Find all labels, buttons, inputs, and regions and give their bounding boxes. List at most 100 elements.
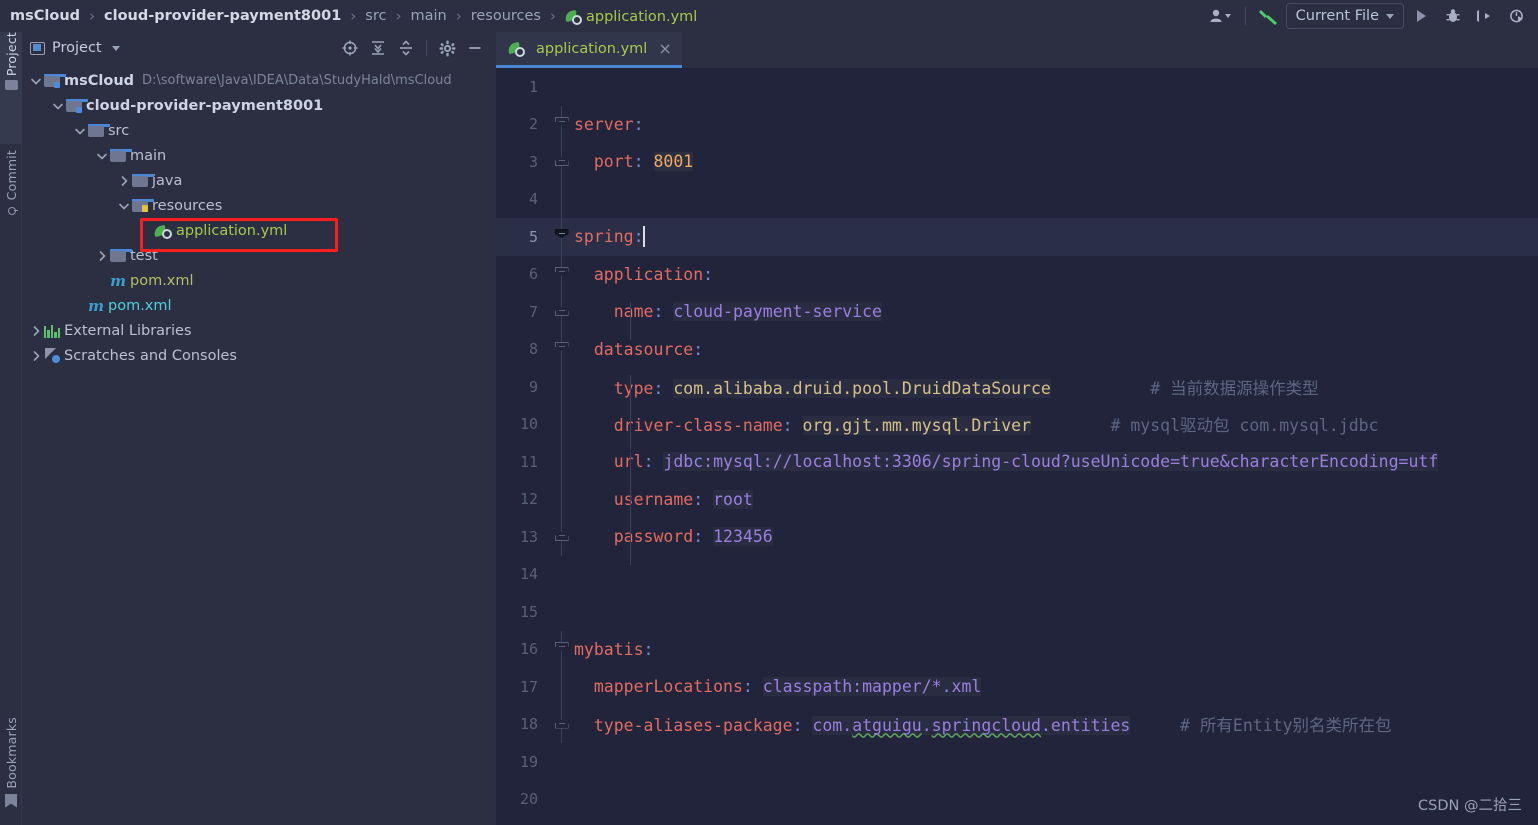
code-editor[interactable]: 1 2 server: 3 port: 8001 4 5 spring: 6 applicat… <box>496 68 1538 825</box>
fold-collapse-icon[interactable] <box>554 229 569 238</box>
tree-node[interactable]: src <box>22 118 496 143</box>
line-number: 15 <box>519 602 538 621</box>
code-line[interactable]: 9 type: com.alibaba.druid.pool.DruidData… <box>496 368 1538 413</box>
code-line[interactable]: 2 server: <box>496 105 1538 143</box>
tree-node[interactable]: External Libraries <box>22 318 496 343</box>
breadcrumb-item[interactable]: application.yml <box>563 8 699 25</box>
chevron-down-icon[interactable] <box>116 198 132 214</box>
tree-node[interactable]: test <box>22 243 496 268</box>
code-line[interactable]: 19 <box>496 743 1538 781</box>
tree-node[interactable]: resources <box>22 193 496 218</box>
run-coverage-icon[interactable] <box>1470 3 1500 29</box>
fold-collapse-icon[interactable] <box>554 341 569 351</box>
fold-collapse-icon[interactable] <box>554 641 569 651</box>
editor-gutter[interactable] <box>548 368 574 406</box>
code-line[interactable]: 20 <box>496 781 1538 819</box>
run-play-icon[interactable] <box>1406 3 1436 29</box>
editor-gutter[interactable] <box>548 255 574 293</box>
editor-gutter[interactable] <box>548 105 574 143</box>
fold-collapse-icon[interactable] <box>554 266 569 276</box>
editor-gutter[interactable] <box>548 556 574 594</box>
editor-gutter[interactable] <box>548 68 574 106</box>
breadcrumb-item[interactable]: main <box>408 8 448 24</box>
select-opened-file-icon[interactable] <box>337 36 363 60</box>
code-line[interactable]: 11 url: jdbc:mysql://localhost:3306/spri… <box>496 443 1538 490</box>
tree-node[interactable]: application.yml <box>22 218 496 243</box>
chevron-right-icon[interactable] <box>28 323 44 339</box>
breadcrumb-separator: › <box>455 7 462 25</box>
code-line[interactable]: 1 <box>496 68 1538 106</box>
editor-gutter[interactable] <box>548 480 574 518</box>
chevron-right-icon[interactable] <box>116 173 132 189</box>
tree-node[interactable]: m pom.xml <box>22 268 496 293</box>
run-configuration-selector[interactable]: Current File <box>1285 3 1404 29</box>
breadcrumb-item[interactable]: src <box>363 8 388 24</box>
code-line[interactable]: 16 mybatis: <box>496 630 1538 668</box>
debug-bug-icon[interactable] <box>1438 3 1468 29</box>
code-line[interactable]: 13 password: 123456 <box>496 518 1538 565</box>
tree-node-label: External Libraries <box>64 322 192 339</box>
sidebar-item-bookmarks[interactable]: Bookmarks <box>0 717 22 825</box>
fold-end-icon[interactable] <box>554 307 569 316</box>
editor-gutter[interactable] <box>548 180 574 218</box>
code-line[interactable]: 12 username: root <box>496 480 1538 528</box>
code-token: # 所有Entity别名类所在包 <box>1180 716 1392 736</box>
breadcrumb-item[interactable]: msCloud <box>8 8 82 24</box>
fold-end-icon[interactable] <box>554 532 569 541</box>
chevron-down-icon[interactable] <box>72 123 88 139</box>
close-icon[interactable]: × <box>658 39 671 58</box>
chevron-down-icon[interactable] <box>94 148 110 164</box>
chevron-down-icon[interactable] <box>28 73 44 89</box>
expand-all-icon[interactable] <box>365 36 391 60</box>
code-line[interactable]: 5 spring: <box>496 218 1538 256</box>
breadcrumb-item[interactable]: resources <box>469 8 543 24</box>
editor-gutter[interactable] <box>548 705 574 743</box>
editor-gutter[interactable] <box>548 443 574 481</box>
editor-gutter[interactable] <box>548 743 574 781</box>
sidebar-item-project[interactable]: Project <box>0 32 22 144</box>
tab-application-yml[interactable]: application.yml × <box>496 32 682 68</box>
code-line[interactable]: 3 port: 8001 <box>496 143 1538 181</box>
editor-gutter[interactable] <box>548 293 574 331</box>
editor-gutter[interactable] <box>548 218 574 256</box>
fold-end-icon[interactable] <box>554 157 569 166</box>
tree-node[interactable]: msCloud D:\software\Java\IDEA\Data\StudyH… <box>22 68 496 93</box>
collapse-all-icon[interactable] <box>393 36 419 60</box>
fold-end-icon[interactable] <box>554 719 569 729</box>
tree-node[interactable]: m pom.xml <box>22 293 496 318</box>
fold-collapse-icon[interactable] <box>554 116 569 126</box>
hide-panel-icon[interactable] <box>462 36 488 60</box>
code-line[interactable]: 17 mapperLocations: classpath:mapper/*.x… <box>496 668 1538 706</box>
editor-gutter[interactable] <box>548 330 574 368</box>
breadcrumb-item[interactable]: cloud-provider-payment8001 <box>102 8 343 24</box>
chevron-down-icon[interactable] <box>50 98 66 114</box>
code-line[interactable]: 7 name: cloud-payment-service <box>496 293 1538 340</box>
sidebar-item-commit[interactable]: Commit <box>0 150 22 245</box>
code-line[interactable]: 14 <box>496 556 1538 594</box>
editor-gutter[interactable] <box>548 143 574 181</box>
editor-gutter[interactable] <box>548 630 574 668</box>
tree-node[interactable]: java <box>22 168 496 193</box>
settings-gear-icon[interactable] <box>434 36 460 60</box>
editor-gutter[interactable] <box>548 405 574 443</box>
editor-gutter[interactable] <box>548 781 574 819</box>
code-line[interactable]: 10 driver-class-name: org.gjt.mm.mysql.D… <box>496 405 1538 450</box>
tree-node[interactable]: cloud-provider-payment8001 <box>22 93 496 118</box>
chevron-right-icon[interactable] <box>28 348 44 364</box>
code-line[interactable]: 4 <box>496 180 1538 218</box>
editor-gutter[interactable] <box>548 593 574 631</box>
editor-gutter[interactable] <box>548 518 574 556</box>
tree-node[interactable]: Scratches and Consoles <box>22 343 496 368</box>
project-view-chevron-down-icon[interactable] <box>111 45 120 51</box>
profiler-icon[interactable] <box>1502 3 1532 29</box>
user-avatar-icon[interactable] <box>1207 3 1237 29</box>
code-line[interactable]: 8 datasource: <box>496 330 1538 368</box>
code-line[interactable]: 18 type-aliases-package: com.atguigu.spr… <box>496 705 1538 743</box>
editor-gutter[interactable] <box>548 668 574 706</box>
code-line[interactable]: 6 application: <box>496 255 1538 293</box>
build-hammer-icon[interactable] <box>1254 3 1284 29</box>
chevron-right-icon[interactable] <box>94 248 110 264</box>
code-line-content: password: 123456 <box>574 527 1538 565</box>
code-line[interactable]: 15 <box>496 593 1538 631</box>
tree-node[interactable]: main <box>22 143 496 168</box>
